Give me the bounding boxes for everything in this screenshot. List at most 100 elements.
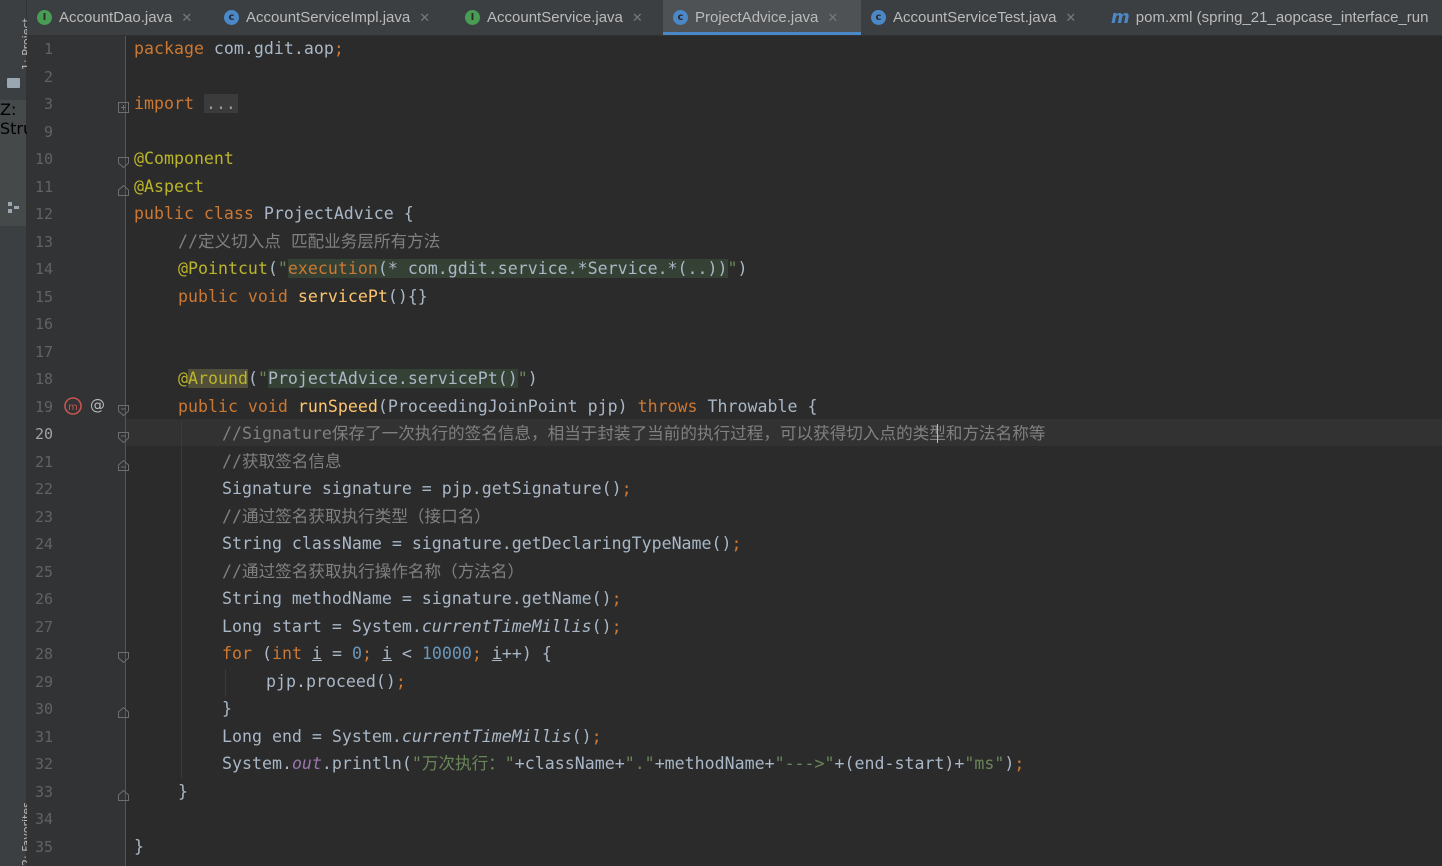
structure-tool-tab[interactable]: Z: Structure [0,100,74,226]
line-number: 21 [34,453,53,471]
code-line-13[interactable]: //定义切入点 匹配业务层所有方法 [178,228,440,255]
code-line-29[interactable]: pjp.proceed(); [266,668,406,695]
semicolon: ; [471,644,482,663]
code-line-27[interactable]: Long start = System.currentTimeMillis(); [222,613,622,640]
close-icon[interactable]: ✕ [181,10,192,26]
string-quote: " [257,369,268,388]
advice-marker-icon[interactable]: m [63,396,83,420]
fold-end-icon[interactable] [118,786,129,801]
code-line-21[interactable]: //获取签名信息 [222,448,342,475]
structure-icon [8,198,19,213]
code-line-15[interactable]: public void servicePt(){} [178,283,428,310]
interface-icon: I [37,10,52,25]
tab-label: AccountServiceTest.java [893,9,1057,26]
close-icon[interactable]: ✕ [632,10,643,26]
tab-accountserviceimpl[interactable]: c AccountServiceImpl.java ✕ [214,0,454,35]
line-number: 24 [34,535,53,553]
fold-end-icon[interactable] [118,181,129,196]
tab-label: pom.xml (spring_21_aopcase_interface_run [1135,9,1429,26]
fold-plus-icon[interactable] [118,98,129,113]
line-number: 33 [34,783,53,801]
semicolon: ; [621,479,632,498]
tab-accountdao[interactable]: I AccountDao.java ✕ [27,0,209,35]
code-line-19[interactable]: public void runSpeed(ProceedingJoinPoint… [178,393,817,420]
code-line-10[interactable]: @Component [134,145,234,172]
line-number: 12 [34,205,53,223]
loop-variable: i [491,644,502,663]
keyword: execution [287,259,378,278]
tab-label: AccountService.java [487,9,623,26]
close-icon[interactable]: ✕ [827,10,838,26]
code-line-33[interactable]: } [178,778,188,805]
code-line-11[interactable]: @Aspect [134,173,204,200]
code-text: ) [527,369,538,388]
svg-text:m: m [68,402,78,413]
annotation: @Pointcut [178,259,268,278]
code-line-26[interactable]: String methodName = signature.getName(); [222,585,622,612]
code-text: ) [737,259,748,278]
code-line-24[interactable]: String className = signature.getDeclarin… [222,530,742,557]
fold-end-icon[interactable] [118,703,129,718]
indent-guide [181,421,182,778]
code-line-14[interactable]: @Pointcut("execution(* com.gdit.service.… [178,255,748,282]
code-text: pjp.proceed() [266,672,396,691]
line-number: 31 [34,728,53,746]
line-number: 15 [34,288,53,306]
code-text: Long end = System. [222,727,402,746]
class-icon: c [224,10,239,25]
line-number: 2 [43,68,53,86]
tab-projectadvice[interactable]: c ProjectAdvice.java ✕ [663,0,861,35]
fold-start-icon[interactable] [118,428,129,444]
code-line-28[interactable]: for (int i = 0; i < 10000; i++) { [222,640,552,667]
line-number: 34 [34,810,53,828]
folded-imports[interactable]: ... [203,94,238,113]
loop-variable: i [381,644,392,663]
class-icon: c [673,10,688,25]
semicolon: ; [591,727,602,746]
code-text: String methodName = signature.getName() [222,589,612,608]
favorites-tool-tab[interactable]: 2: Favorites [0,790,33,866]
indent-guide [225,669,226,696]
code-text: +methodName+ [654,754,775,773]
tab-accountservice[interactable]: I AccountService.java ✕ [455,0,660,35]
tab-pom-xml[interactable]: m pom.xml (spring_21_aopcase_interface_r… [1101,0,1442,35]
code-text: +(end-start)+ [834,754,965,773]
code-text: Long start = System. [222,617,422,636]
line-number: 19 [34,398,53,416]
code-line-3[interactable]: import ... [134,90,238,117]
code-line-30[interactable]: } [222,695,232,722]
code-line-22[interactable]: Signature signature = pjp.getSignature()… [222,475,632,502]
code-line-31[interactable]: Long end = System.currentTimeMillis(); [222,723,602,750]
code-line-12[interactable]: public class ProjectAdvice { [134,200,414,227]
code-line-18[interactable]: @Around("ProjectAdvice.servicePt()") [178,365,538,392]
tab-accountservicetest[interactable]: c AccountServiceTest.java ✕ [861,0,1101,35]
project-tool-tab[interactable]: 1: Project [0,0,33,100]
code-text: ( [251,644,272,663]
aspect-navigation-icon[interactable]: @ [90,396,105,414]
fold-start-icon[interactable] [118,648,129,664]
string-literal: "." [624,754,655,773]
code-line-1[interactable]: package com.gdit.aop; [134,35,344,62]
code-line-35[interactable]: } [134,833,144,860]
code-line-20[interactable]: //Signature保存了一次执行的签名信息，相当于封装了当前的执行过程，可以… [222,420,1045,447]
fold-start-icon[interactable] [118,153,129,169]
keyword: public void [178,397,288,416]
close-icon[interactable]: ✕ [1065,10,1076,26]
line-number: 32 [34,755,53,773]
line-number: 3 [43,95,53,113]
keyword: for [222,644,252,663]
line-number: 29 [34,673,53,691]
fold-end-icon[interactable] [118,456,129,471]
code-text: () [591,617,612,636]
fold-start-icon[interactable] [118,401,129,417]
close-icon[interactable]: ✕ [419,10,430,26]
interface-icon: I [465,10,480,25]
code-line-23[interactable]: //通过签名获取执行类型（接口名） [222,503,491,530]
code-line-32[interactable]: System.out.println("万次执行："+className+"."… [222,750,1024,777]
method-name: servicePt [297,287,388,306]
code-line-25[interactable]: //通过签名获取执行操作名称（方法名） [222,558,524,585]
line-number-current: 20 [34,425,53,443]
code-text: .println( [321,754,412,773]
semicolon: ; [731,534,742,553]
